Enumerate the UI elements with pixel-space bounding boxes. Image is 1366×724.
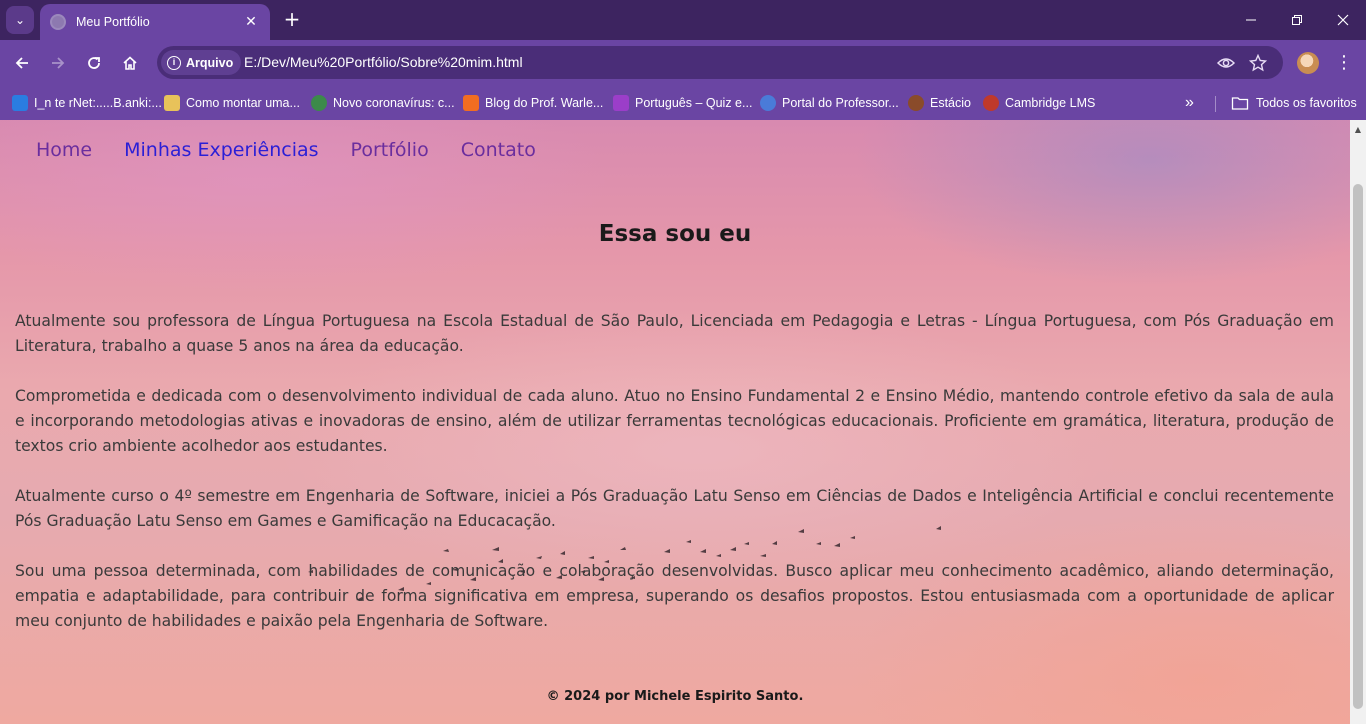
globe-icon bbox=[50, 14, 66, 30]
bookmark-label: I_n te rNet:.....B.anki:... bbox=[34, 96, 162, 110]
bookmarks-divider bbox=[1215, 96, 1216, 112]
bookmark-item[interactable]: Português – Quiz e... bbox=[613, 92, 752, 114]
tab-search-button[interactable]: ⌄ bbox=[6, 6, 34, 34]
more-bookmarks-button[interactable]: » bbox=[1185, 92, 1194, 114]
blogger-icon bbox=[463, 95, 479, 111]
bookmark-label: Cambridge LMS bbox=[1005, 96, 1096, 110]
profile-avatar[interactable] bbox=[1297, 52, 1319, 74]
arrow-right-icon bbox=[52, 57, 65, 69]
bookmark-favicon-icon bbox=[12, 95, 28, 111]
bookmark-label: Como montar uma... bbox=[186, 96, 300, 110]
star-icon[interactable] bbox=[1247, 52, 1269, 74]
about-paragraph: Atualmente curso o 4º semestre em Engenh… bbox=[15, 487, 1334, 530]
bookmark-item[interactable]: Blog do Prof. Warle... bbox=[463, 92, 603, 114]
bookmarks-bar: I_n te rNet:.....B.anki:... Como montar … bbox=[0, 86, 1366, 120]
footer-copyright: © 2024 por Michele Espirito Santo. bbox=[546, 689, 804, 704]
close-window-button[interactable] bbox=[1320, 0, 1366, 40]
site-info-label: Arquivo bbox=[186, 55, 234, 70]
bookmark-label: Portal do Professor... bbox=[782, 96, 899, 110]
tab-title: Meu Portfólio bbox=[76, 15, 150, 29]
vertical-scrollbar[interactable]: ▲ bbox=[1350, 120, 1366, 724]
info-icon: i bbox=[167, 55, 181, 70]
reload-button[interactable] bbox=[79, 48, 109, 78]
restore-button[interactable] bbox=[1274, 0, 1320, 40]
back-button[interactable] bbox=[7, 48, 37, 78]
nav-link-portfolio[interactable]: Portfólio bbox=[351, 139, 429, 161]
bookmark-favicon-icon bbox=[164, 95, 180, 111]
bookmark-item[interactable]: Novo coronavírus: c... bbox=[311, 92, 455, 114]
nav-link-contato[interactable]: Contato bbox=[461, 139, 536, 161]
minimize-button[interactable] bbox=[1228, 0, 1274, 40]
site-nav: Home Minhas Experiências Portfólio Conta… bbox=[36, 139, 536, 161]
page-viewport: Home Minhas Experiências Portfólio Conta… bbox=[0, 120, 1350, 724]
close-tab-button[interactable]: ✕ bbox=[242, 14, 260, 30]
bookmark-favicon-icon bbox=[983, 95, 999, 111]
scroll-up-arrow-icon[interactable]: ▲ bbox=[1350, 122, 1366, 138]
site-info-chip[interactable]: i Arquivo bbox=[161, 50, 242, 75]
page-title: Essa sou eu bbox=[598, 221, 752, 247]
scroll-thumb[interactable] bbox=[1353, 184, 1363, 709]
all-bookmarks-label: Todos os favoritos bbox=[1256, 96, 1357, 110]
about-paragraph: Sou uma pessoa determinada, com habilida… bbox=[15, 562, 1334, 630]
all-bookmarks-button[interactable]: Todos os favoritos bbox=[1231, 92, 1357, 114]
bookmark-label: Português – Quiz e... bbox=[635, 96, 753, 110]
folder-icon bbox=[1231, 97, 1249, 110]
bookmark-favicon-icon bbox=[760, 95, 776, 111]
bookmark-favicon-icon bbox=[613, 95, 629, 111]
forward-button[interactable] bbox=[43, 48, 73, 78]
about-content: Atualmente sou professora de Língua Port… bbox=[15, 309, 1334, 659]
nav-link-experiencias[interactable]: Minhas Experiências bbox=[124, 139, 318, 161]
close-icon bbox=[1337, 14, 1349, 26]
bookmark-label: Novo coronavírus: c... bbox=[333, 96, 455, 110]
restore-icon bbox=[1292, 15, 1302, 25]
nav-link-home[interactable]: Home bbox=[36, 139, 92, 161]
about-paragraph: Atualmente sou professora de Língua Port… bbox=[15, 312, 1334, 355]
bookmark-item[interactable]: Cambridge LMS bbox=[983, 92, 1095, 114]
arrow-left-icon bbox=[15, 57, 28, 69]
bookmark-favicon-icon bbox=[311, 95, 327, 111]
new-tab-button[interactable]: + bbox=[280, 8, 304, 32]
bookmark-item[interactable]: Como montar uma... bbox=[164, 92, 300, 114]
tab-strip: ⌄ Meu Portfólio ✕ + bbox=[0, 0, 1366, 40]
bookmark-favicon-icon bbox=[908, 95, 924, 111]
about-paragraph: Comprometida e dedicada com o desenvolvi… bbox=[15, 387, 1334, 455]
home-icon bbox=[123, 56, 137, 70]
bookmark-label: Estácio bbox=[930, 96, 971, 110]
minimize-icon bbox=[1246, 19, 1256, 21]
kebab-menu-icon[interactable]: ⋮ bbox=[1332, 48, 1356, 78]
bookmark-item[interactable]: Estácio bbox=[908, 92, 971, 114]
bookmark-item[interactable]: Portal do Professor... bbox=[760, 92, 899, 114]
reload-icon bbox=[88, 57, 100, 69]
home-button[interactable] bbox=[115, 48, 145, 78]
eye-icon[interactable] bbox=[1215, 52, 1237, 74]
bookmark-item[interactable]: I_n te rNet:.....B.anki:... bbox=[12, 92, 162, 114]
bookmark-label: Blog do Prof. Warle... bbox=[485, 96, 604, 110]
url-text[interactable]: E:/Dev/Meu%20Portfólio/Sobre%20mim.html bbox=[244, 54, 523, 70]
tab-active[interactable]: Meu Portfólio ✕ bbox=[40, 4, 270, 40]
browser-toolbar: i Arquivo E:/Dev/Meu%20Portfólio/Sobre%2… bbox=[0, 40, 1366, 86]
address-bar[interactable]: i Arquivo E:/Dev/Meu%20Portfólio/Sobre%2… bbox=[157, 46, 1283, 79]
chevron-down-icon: ⌄ bbox=[14, 13, 26, 27]
